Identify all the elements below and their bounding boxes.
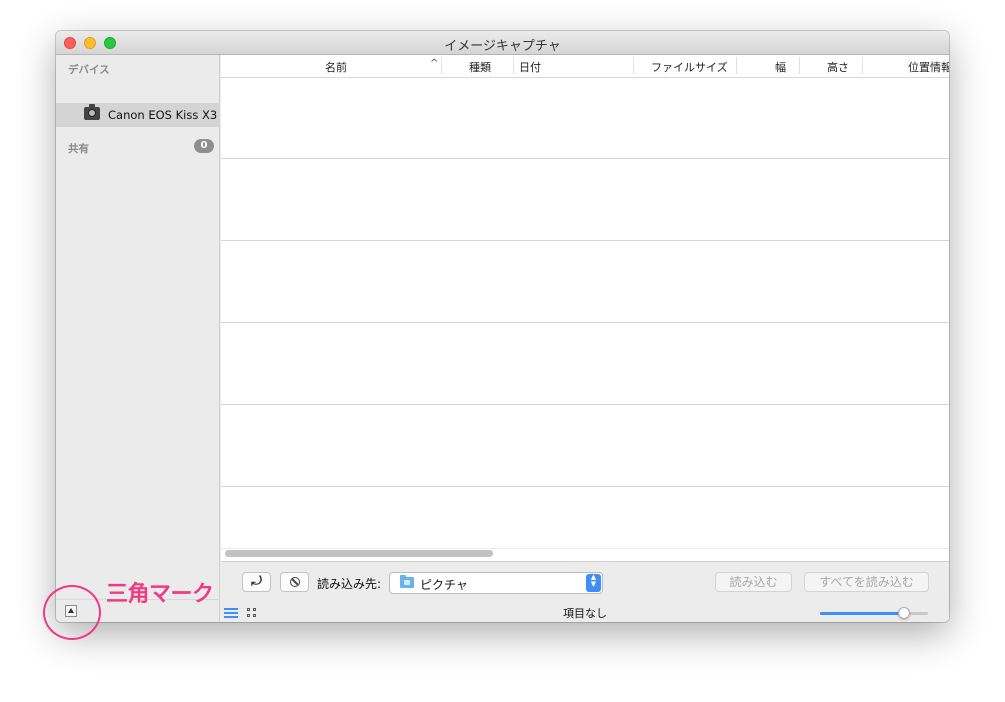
sidebar-item-camera[interactable]: Canon EOS Kiss X3 [56, 103, 220, 127]
sort-ascending-icon[interactable]: ^ [430, 58, 438, 69]
annotation-circle [43, 585, 101, 640]
pictures-folder-icon [400, 575, 414, 588]
annotation-label: 三角マーク [106, 582, 214, 607]
row-divider [221, 404, 949, 405]
import-all-button[interactable]: すべてを読み込む [804, 572, 929, 592]
import-button[interactable]: 読み込む [715, 572, 792, 592]
camera-icon [84, 104, 100, 120]
column-date[interactable]: 日付 [519, 59, 541, 75]
import-destination-select[interactable]: ピクチャ ▲ ▼ [389, 572, 603, 594]
column-width[interactable]: 幅 [775, 59, 786, 75]
bottom-toolbar: ⤾ 読み込み先: ピクチャ ▲ ▼ 読み込む すべてを読み込む 項目なし [221, 561, 949, 622]
prohibit-icon [289, 577, 300, 587]
zoom-slider-fill [820, 612, 905, 615]
browser-area: 名前 ^ 種類 日付 ファイルサイズ 幅 高さ 位置情報 ⤾ 読み込み先: ピク… [221, 55, 949, 622]
column-kind[interactable]: 種類 [469, 59, 491, 75]
import-to-label: 読み込み先: [317, 577, 382, 591]
column-height[interactable]: 高さ [827, 59, 849, 75]
row-divider [221, 240, 949, 241]
title-bar[interactable]: イメージキャプチャ [56, 31, 949, 55]
horizontal-scrollbar[interactable] [225, 550, 493, 557]
column-file-size[interactable]: ファイルサイズ [651, 59, 728, 75]
row-divider [221, 322, 949, 323]
shared-count-badge: 0 [194, 139, 214, 153]
devices-header: デバイス [68, 64, 110, 76]
chevron-updown-icon: ▲ ▼ [586, 574, 601, 592]
column-name[interactable]: 名前 [325, 59, 347, 75]
row-divider [221, 158, 949, 159]
image-capture-window: イメージキャプチャ デバイス Canon EOS Kiss X3 共有 0 名前… [56, 31, 949, 622]
column-location[interactable]: 位置情報 [908, 59, 949, 75]
window-title: イメージキャプチャ [444, 39, 561, 54]
shared-header: 共有 [68, 143, 89, 155]
delete-button[interactable] [280, 572, 309, 592]
rotate-button[interactable]: ⤾ [242, 572, 271, 592]
destination-value: ピクチャ [420, 578, 468, 592]
row-divider [221, 486, 949, 487]
zoom-slider[interactable] [820, 607, 928, 619]
device-name: Canon EOS Kiss X3 [108, 108, 218, 122]
sidebar: デバイス Canon EOS Kiss X3 共有 0 [56, 55, 220, 622]
column-header: 名前 ^ 種類 日付 ファイルサイズ 幅 高さ 位置情報 [221, 55, 949, 78]
